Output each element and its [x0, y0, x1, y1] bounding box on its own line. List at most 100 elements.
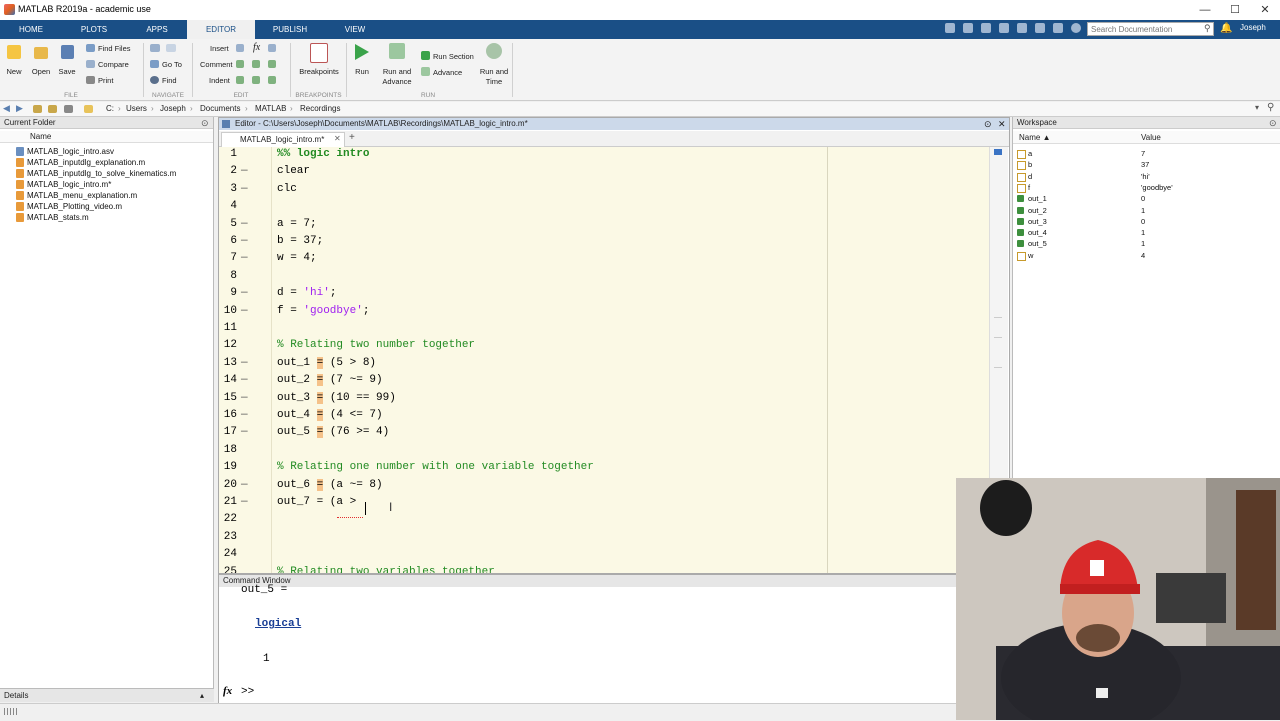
forward-arrow-icon[interactable]: [166, 44, 176, 52]
run-and-advance-button[interactable]: Run and Advance: [380, 67, 414, 87]
search-documentation-input[interactable]: Search Documentation: [1087, 22, 1214, 36]
new-file-icon[interactable]: [7, 45, 21, 59]
breadcrumb-drive[interactable]: C:: [106, 104, 114, 113]
code-line[interactable]: % Relating two variables together: [277, 566, 495, 573]
workspace-var-name[interactable]: a: [1028, 149, 1032, 158]
breakpoint-marker[interactable]: —: [241, 183, 248, 195]
list-item[interactable]: MATLAB_inputdlg_explanation.m: [27, 158, 145, 167]
print-button[interactable]: Print: [98, 76, 113, 85]
search-folder-icon[interactable]: [64, 105, 73, 113]
breadcrumb-recordings[interactable]: Recordings: [300, 104, 340, 113]
code-area[interactable]: 1 %% logic intro 2 — clear 3 — clc 4 5 — a = 7; 6 — b …: [219, 147, 989, 573]
breakpoint-marker[interactable]: —: [241, 392, 248, 404]
workspace-var-name[interactable]: out_5: [1028, 239, 1047, 248]
code-line[interactable]: out_1 = (5 > 8): [277, 356, 376, 369]
comment-button[interactable]: Comment: [200, 60, 233, 69]
address-search-icon[interactable]: ⚲: [1267, 102, 1274, 113]
workspace-var-name[interactable]: out_3: [1028, 217, 1047, 226]
run-icon[interactable]: [355, 44, 369, 60]
save-button[interactable]: Save: [55, 67, 79, 76]
breakpoint-marker[interactable]: —: [241, 252, 248, 264]
uncomment-icon[interactable]: [252, 60, 260, 68]
details-panel[interactable]: Details ▴: [0, 688, 214, 702]
code-line[interactable]: % Relating two number together: [277, 339, 475, 351]
minimize-button[interactable]: —: [1190, 0, 1220, 20]
breadcrumb-users[interactable]: Users: [126, 104, 147, 113]
run-and-time-button[interactable]: Run and Time: [478, 67, 510, 87]
workspace-var-name[interactable]: out_2: [1028, 206, 1047, 215]
error-indicator[interactable]: [994, 149, 1002, 155]
new-button[interactable]: New: [2, 67, 26, 76]
breakpoint-marker[interactable]: —: [241, 218, 248, 230]
insert-button[interactable]: Insert: [210, 44, 229, 53]
insert-section-icon[interactable]: [236, 44, 244, 52]
list-item[interactable]: MATLAB_logic_intro.asv: [27, 147, 114, 156]
workspace-var-value[interactable]: 0: [1141, 217, 1145, 226]
browse-folder-icon[interactable]: [48, 105, 57, 113]
workspace-var-value[interactable]: 'goodbye': [1141, 183, 1173, 192]
code-line[interactable]: out_6 = (a ~= 8): [277, 478, 383, 491]
code-line[interactable]: out_3 = (10 == 99): [277, 391, 396, 404]
breakpoint-marker[interactable]: —: [241, 409, 248, 421]
chevron-up-icon[interactable]: ▴: [200, 689, 204, 703]
save-icon[interactable]: [61, 45, 74, 59]
maximize-button[interactable]: ☐: [1220, 0, 1250, 20]
breakpoints-icon[interactable]: [310, 43, 328, 63]
tab-plots[interactable]: PLOTS: [72, 20, 116, 39]
close-editor-icon[interactable]: ✕: [998, 118, 1006, 130]
workspace-var-name[interactable]: out_1: [1028, 194, 1047, 203]
switch-windows-icon[interactable]: [1053, 23, 1063, 33]
editor-actions-icon[interactable]: ⊙: [984, 118, 992, 130]
code-line[interactable]: f = 'goodbye';: [277, 305, 369, 317]
panel-actions-icon[interactable]: ⊙: [201, 118, 209, 129]
list-item[interactable]: MATLAB_stats.m: [27, 213, 89, 222]
notification-bell-icon[interactable]: 🔔: [1220, 23, 1232, 35]
command-window[interactable]: Command Window out_5 = logical 1 fx >>: [218, 574, 960, 704]
increase-indent-icon[interactable]: [252, 76, 260, 84]
list-item[interactable]: MATLAB_menu_explanation.m: [27, 191, 137, 200]
tab-logic-intro[interactable]: MATLAB_logic_intro.m* ✕: [221, 132, 345, 147]
back-arrow-icon[interactable]: [150, 44, 160, 52]
breakpoint-marker[interactable]: —: [241, 479, 248, 491]
command-prompt[interactable]: >>: [241, 686, 254, 698]
new-tab-icon[interactable]: +: [349, 132, 355, 143]
code-line[interactable]: %% logic intro: [277, 148, 369, 160]
quick-copy-icon[interactable]: [981, 23, 991, 33]
breakpoint-marker[interactable]: —: [241, 496, 248, 508]
code-line[interactable]: out_7 = (a >: [277, 496, 356, 508]
search-icon[interactable]: ⚲: [1204, 23, 1211, 34]
workspace-var-value[interactable]: 1: [1141, 228, 1145, 237]
wrap-comment-icon[interactable]: [268, 60, 276, 68]
find-button[interactable]: Find: [162, 76, 177, 85]
list-item[interactable]: MATLAB_Plotting_video.m: [27, 202, 122, 211]
tab-view[interactable]: VIEW: [335, 20, 375, 39]
breadcrumb-matlab[interactable]: MATLAB: [255, 104, 286, 113]
code-line[interactable]: b = 37;: [277, 235, 323, 247]
name-column-header[interactable]: Name: [30, 132, 51, 141]
address-dropdown-icon[interactable]: ▾: [1255, 103, 1259, 112]
tab-editor[interactable]: EDITOR: [187, 20, 255, 39]
list-item[interactable]: MATLAB_logic_intro.m*: [27, 180, 111, 189]
workspace-var-name[interactable]: b: [1028, 160, 1032, 169]
quick-cut-icon[interactable]: [963, 23, 973, 33]
quick-paste-icon[interactable]: [999, 23, 1009, 33]
workspace-var-name[interactable]: d: [1028, 172, 1032, 181]
code-line[interactable]: d = 'hi';: [277, 287, 336, 299]
value-column-header[interactable]: Value: [1141, 133, 1161, 142]
breakpoints-button[interactable]: Breakpoints: [296, 67, 342, 76]
forward-icon[interactable]: ▶: [16, 103, 23, 114]
workspace-var-value[interactable]: 1: [1141, 239, 1145, 248]
workspace-var-name[interactable]: out_4: [1028, 228, 1047, 237]
user-menu[interactable]: Joseph: [1240, 23, 1266, 32]
close-window-button[interactable]: ✕: [1250, 0, 1280, 20]
code-line[interactable]: clc: [277, 183, 297, 195]
tab-home[interactable]: HOME: [10, 20, 52, 39]
code-line[interactable]: w = 4;: [277, 252, 317, 264]
find-files-button[interactable]: Find Files: [98, 44, 131, 53]
tab-publish[interactable]: PUBLISH: [265, 20, 315, 39]
insert-more-icon[interactable]: [268, 44, 276, 52]
code-line[interactable]: out_2 = (7 ~= 9): [277, 374, 383, 387]
undo-icon[interactable]: [1017, 23, 1027, 33]
code-line[interactable]: % Relating one number with one variable …: [277, 461, 594, 473]
back-icon[interactable]: ◀: [3, 103, 10, 114]
